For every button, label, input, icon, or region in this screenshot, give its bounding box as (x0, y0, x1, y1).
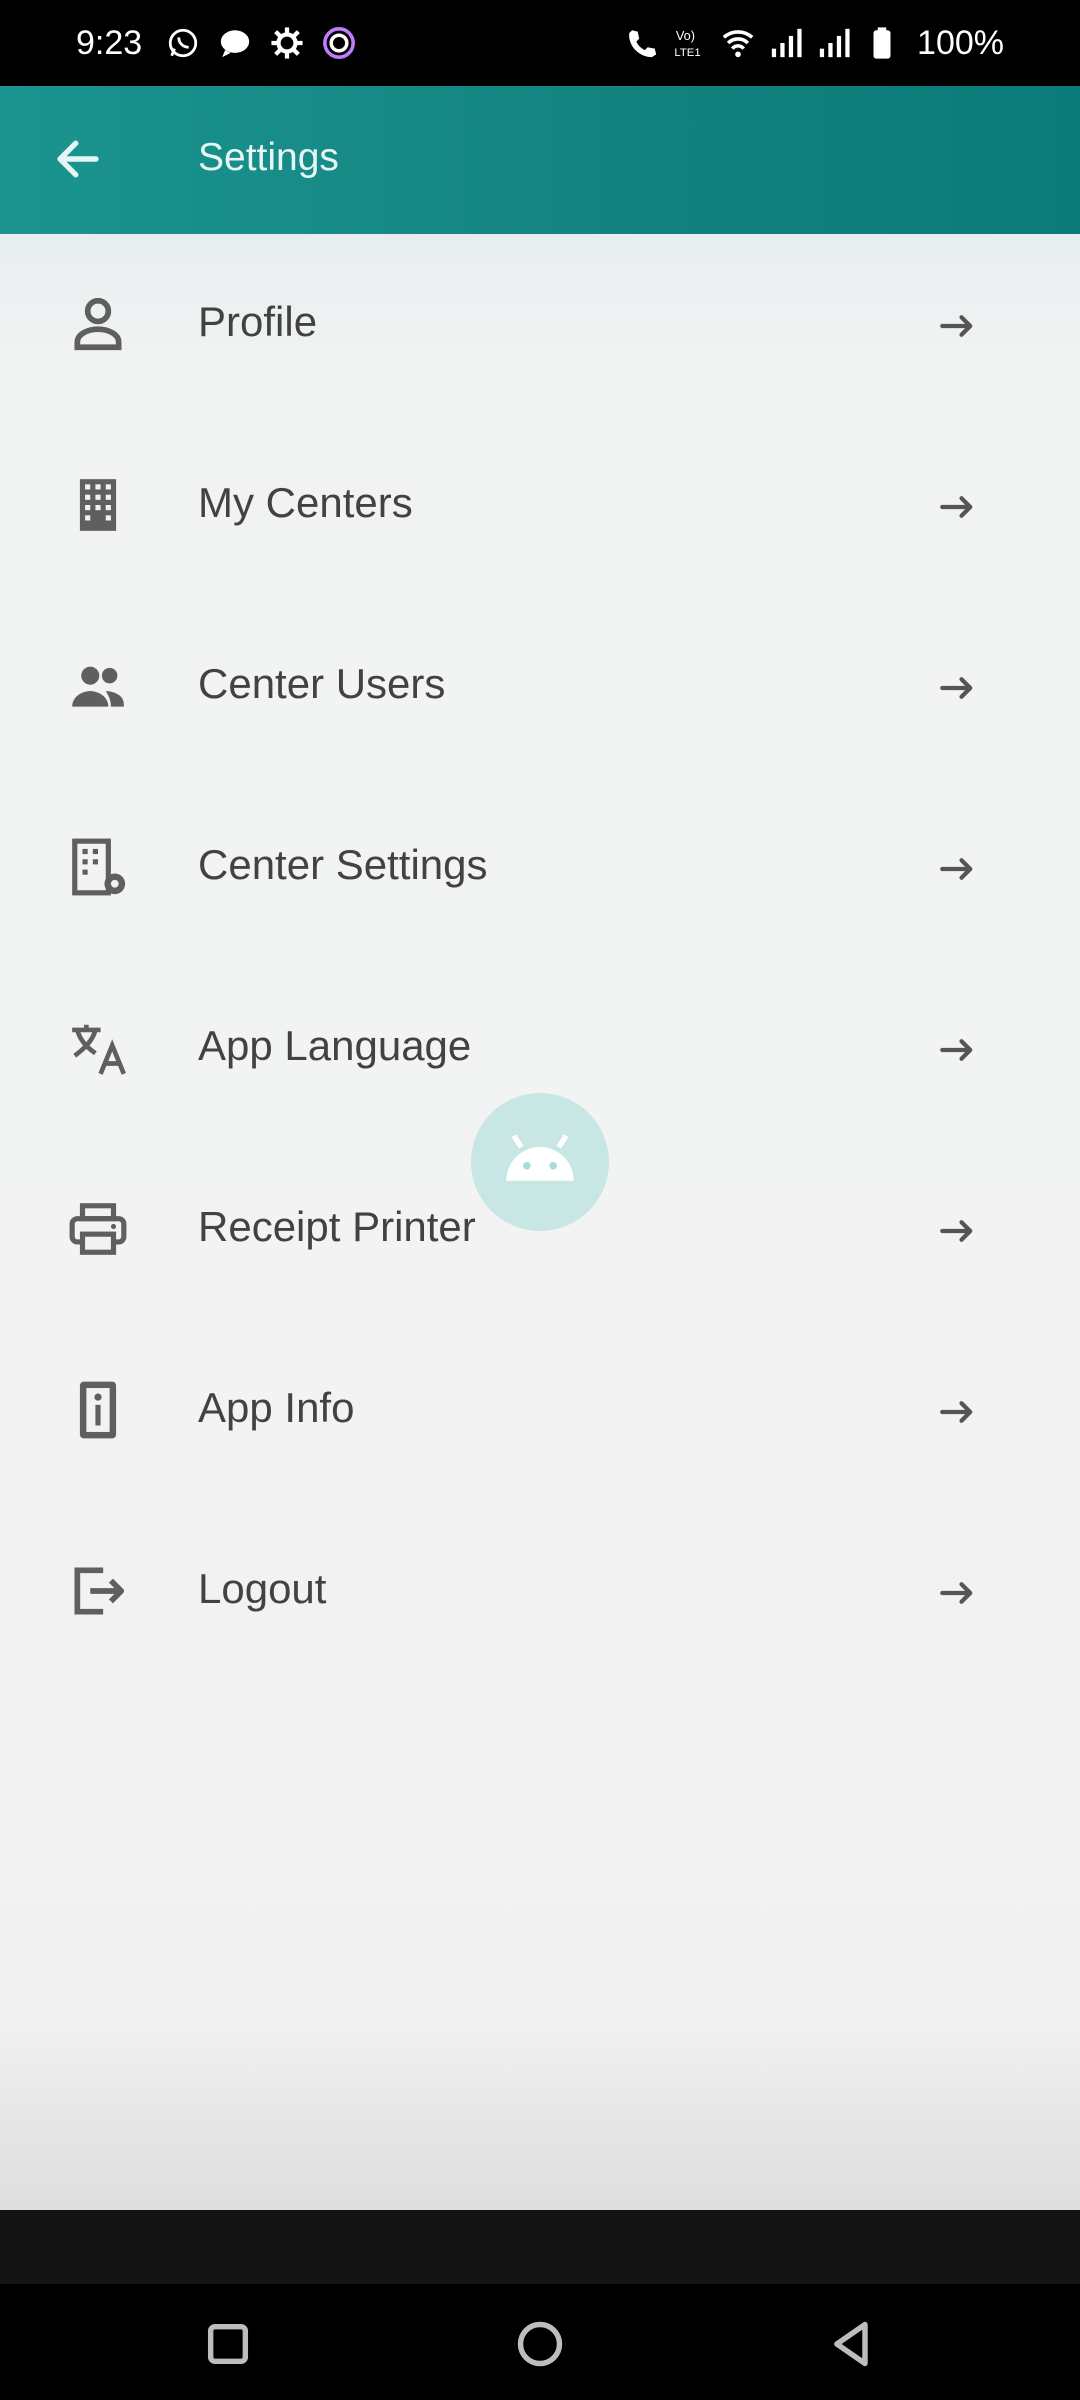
people-icon (66, 654, 130, 718)
arrow-right-icon (936, 1390, 980, 1434)
settings-item-label: App Language (198, 1022, 472, 1069)
status-bar: 9:23 Vo) LTE1 100% (0, 0, 1080, 86)
settings-item-logout[interactable]: Logout (0, 1501, 1080, 1682)
arrow-right-icon (936, 1028, 980, 1072)
back-triangle-icon (834, 2321, 868, 2367)
arrow-right-icon (936, 847, 980, 891)
settings-item-label: Profile (198, 298, 318, 345)
status-right: Vo) LTE1 100% (625, 24, 1004, 63)
app-notification-icon (322, 26, 356, 60)
svg-text:LTE1: LTE1 (674, 47, 700, 59)
recent-apps-icon (207, 2323, 249, 2365)
arrow-right-icon (936, 485, 980, 529)
settings-item-center-users[interactable]: Center Users (0, 596, 1080, 777)
settings-item-label: My Centers (198, 479, 413, 526)
svg-text:Vo): Vo) (676, 28, 695, 43)
arrow-right-icon (936, 304, 980, 348)
message-icon (218, 26, 252, 60)
android-icon (506, 1134, 574, 1181)
wifi-icon (721, 26, 755, 60)
building-gear-icon (66, 835, 130, 899)
settings-item-label: Logout (198, 1565, 327, 1612)
status-time: 9:23 (76, 23, 143, 62)
bottom-strip (0, 2210, 1080, 2284)
building-icon (66, 473, 130, 537)
arrow-right-icon (936, 666, 980, 710)
logout-icon (66, 1559, 130, 1623)
settings-item-label: Receipt Printer (198, 1203, 476, 1250)
settings-item-label: Center Settings (198, 841, 488, 888)
settings-item-center-settings[interactable]: Center Settings (0, 777, 1080, 958)
battery-percentage: 100% (917, 23, 1004, 62)
home-icon (517, 2321, 563, 2367)
volte-icon: Vo) LTE1 (673, 26, 707, 60)
call-icon (625, 26, 659, 60)
home-button[interactable] (512, 2316, 568, 2372)
arrow-left-icon (57, 140, 99, 178)
whatsapp-icon (166, 26, 200, 60)
back-button[interactable] (50, 131, 106, 187)
settings-item-my-centers[interactable]: My Centers (0, 415, 1080, 596)
person-icon (66, 292, 130, 356)
android-overlay-button[interactable] (471, 1093, 609, 1231)
settings-item-app-info[interactable]: App Info (0, 1320, 1080, 1501)
page-title: Settings (198, 136, 339, 179)
translate-icon (66, 1016, 130, 1080)
arrow-right-icon (936, 1571, 980, 1615)
settings-item-label: Center Users (198, 660, 446, 707)
gear-icon (270, 26, 304, 60)
printer-icon (66, 1197, 130, 1261)
navigation-bar (0, 2284, 1080, 2400)
battery-icon (865, 26, 899, 60)
arrow-right-icon (936, 1209, 980, 1253)
signal-1-icon (769, 26, 803, 60)
recent-apps-button[interactable] (200, 2316, 256, 2372)
signal-2-icon (817, 26, 851, 60)
back-nav-button[interactable] (824, 2316, 880, 2372)
settings-item-profile[interactable]: Profile (0, 234, 1080, 415)
app-bar: Settings (0, 86, 1080, 234)
settings-item-label: App Info (198, 1384, 355, 1431)
status-left: 9:23 (76, 24, 356, 63)
info-icon (66, 1378, 130, 1442)
